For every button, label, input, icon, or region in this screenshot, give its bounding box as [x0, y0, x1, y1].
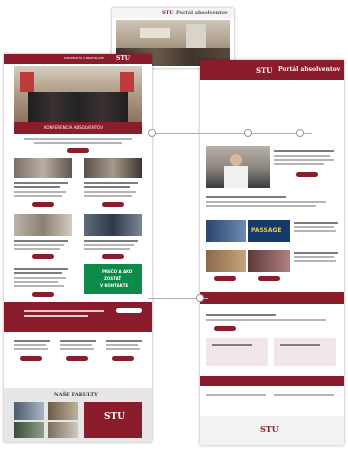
left-article-2-photo	[84, 158, 142, 178]
left-col-3-button[interactable]	[112, 356, 134, 361]
left-col-1-button[interactable]	[20, 356, 42, 361]
left-sheet-hero-photo	[14, 66, 142, 122]
right-hero-photo	[206, 146, 270, 188]
connector-dot-icon	[296, 129, 304, 137]
left-sheet-hero-caption: KONFERENCIA ABSOLVENTOV	[44, 125, 104, 130]
left-article-3-button[interactable]	[32, 254, 54, 259]
left-green-banner-line-2: ZOSTAŤ	[104, 276, 122, 281]
left-maroon-band	[4, 302, 152, 332]
right-hero-button[interactable]	[296, 172, 318, 177]
left-bottom-title: NAŠE FAKULTY	[54, 392, 98, 398]
left-faculty-2-photo[interactable]	[48, 402, 78, 420]
right-article-button-2[interactable]	[258, 276, 280, 281]
right-section-button[interactable]	[214, 326, 236, 331]
left-article-3-photo	[14, 214, 72, 236]
left-faculty-3-photo[interactable]	[14, 422, 44, 438]
connector-dot-icon	[244, 129, 252, 137]
right-maroon-strip	[200, 292, 344, 304]
left-band-button[interactable]	[116, 308, 142, 313]
connector-line-1	[152, 133, 312, 134]
left-green-banner-line-1: PREČO A AKO	[102, 269, 133, 274]
left-sheet-logo: STU	[116, 55, 131, 62]
left-article-2-button[interactable]	[102, 202, 124, 207]
connector-dot-icon	[148, 129, 156, 137]
left-article-1-photo	[14, 158, 72, 178]
top-sheet-title: Portál absolventov	[176, 10, 228, 16]
right-event-box-1[interactable]	[206, 338, 268, 366]
left-article-5-button[interactable]	[32, 292, 54, 297]
right-article-button-1[interactable]	[214, 276, 236, 281]
left-bottom-logo: STU	[104, 412, 126, 422]
left-col-2-button[interactable]	[66, 356, 88, 361]
left-sheet-brand-line: UNIVERZITA V BRATISLAVE	[64, 56, 104, 60]
right-maroon-strip-2	[200, 376, 344, 386]
left-green-banner-line-3: V KONTAKTE	[100, 283, 129, 288]
right-sheet-logo: STU	[256, 66, 273, 75]
left-article-1-button[interactable]	[32, 202, 54, 207]
left-hero-read-more-button[interactable]	[67, 148, 89, 153]
right-passage-banner-word: PASSAGE	[251, 227, 282, 234]
left-article-4-photo	[84, 214, 142, 236]
right-event-box-2[interactable]	[274, 338, 336, 366]
right-article-2-photo	[206, 250, 246, 272]
right-newsletter-sheet: STU Portál absolventov PASSAGE STU	[200, 60, 344, 445]
right-article-1-photo	[206, 220, 246, 242]
right-footer-logo: STU	[260, 424, 279, 434]
connector-dot-icon	[196, 294, 204, 302]
left-faculty-4-photo[interactable]	[48, 422, 78, 438]
left-faculty-1-photo[interactable]	[14, 402, 44, 420]
left-newsletter-sheet: UNIVERZITA V BRATISLAVE STU KONFERENCIA …	[4, 54, 152, 442]
top-sheet-logo: STU	[162, 10, 174, 16]
right-article-3-photo	[248, 250, 290, 272]
left-article-4-button[interactable]	[102, 254, 124, 259]
right-sheet-title: Portál absolventov	[278, 66, 341, 73]
